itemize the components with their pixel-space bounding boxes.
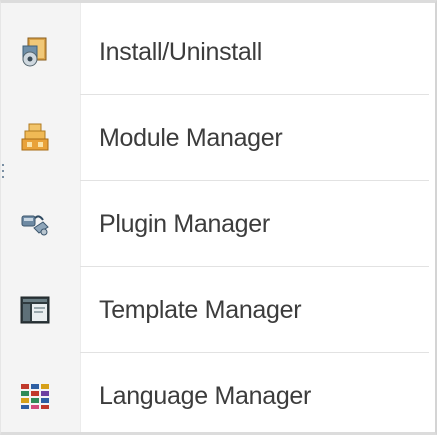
menu-item-install-uninstall[interactable]: Install/Uninstall <box>1 9 435 95</box>
menu-item-template-manager[interactable]: Template Manager <box>1 267 435 353</box>
menu-item-label: Module Manager <box>99 124 283 152</box>
module-stack-icon <box>19 122 51 154</box>
menu-item-label: Language Manager <box>99 382 312 410</box>
menu-item-module-manager[interactable]: Module Manager <box>1 95 435 181</box>
plugin-icon <box>19 208 51 240</box>
stray-dots-artifact <box>2 164 4 178</box>
menu-item-plugin-manager[interactable]: Plugin Manager <box>1 181 435 267</box>
menu-item-label: Plugin Manager <box>99 210 270 238</box>
language-flags-icon <box>19 380 51 412</box>
menu-item-label: Install/Uninstall <box>99 38 263 66</box>
menu-item-language-manager[interactable]: Language Manager <box>1 353 435 439</box>
template-window-icon <box>19 294 51 326</box>
extensions-dropdown-menu: Install/Uninstall Module Manager Plugin … <box>0 0 437 435</box>
menu-item-label: Template Manager <box>99 296 302 324</box>
install-box-icon <box>19 36 51 68</box>
